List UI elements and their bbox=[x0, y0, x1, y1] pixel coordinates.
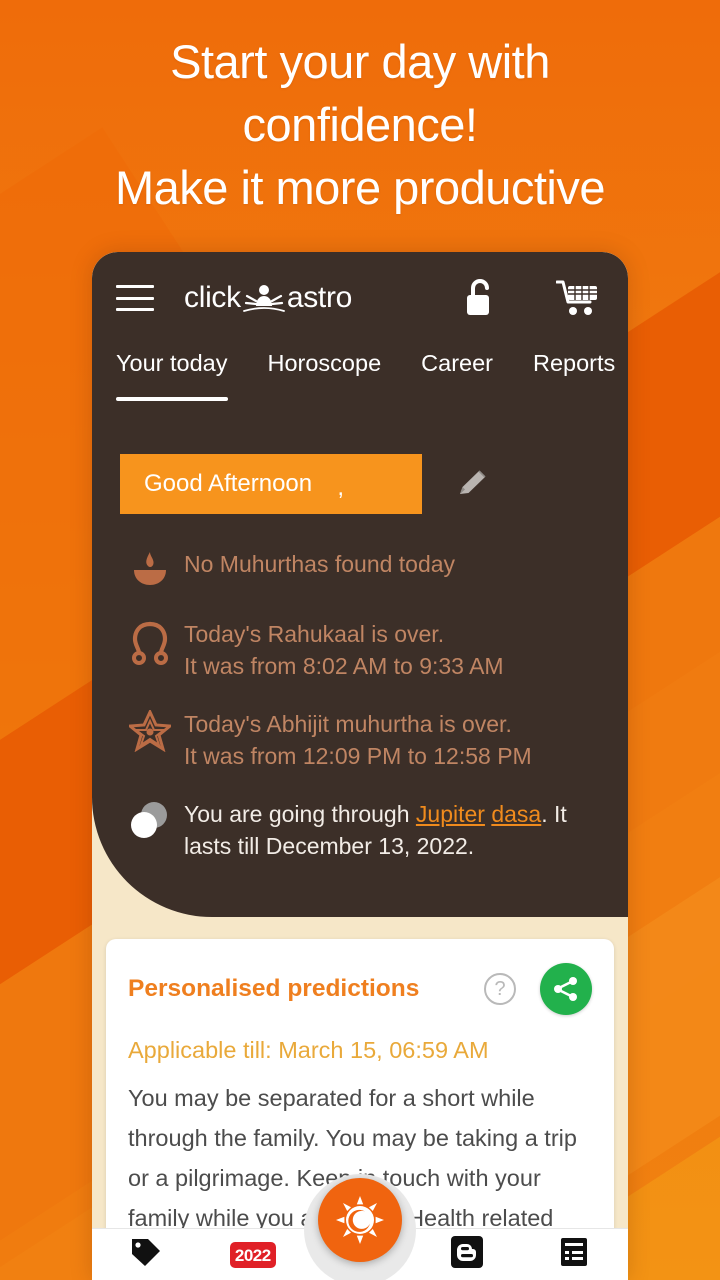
headline-line-2: confidence! bbox=[242, 98, 478, 151]
dasa-link-dasa[interactable]: dasa bbox=[491, 801, 541, 827]
info-line-1: Today's Rahukaal is over. bbox=[184, 621, 445, 647]
year-calendar-icon: 2022 bbox=[229, 1241, 276, 1268]
question-mark-icon[interactable]: ? bbox=[484, 973, 516, 1005]
info-item-muhurtha: No Muhurthas found today bbox=[122, 548, 604, 592]
info-item-abhijit: Today's Abhijit muhurtha is over. It was… bbox=[122, 708, 604, 772]
blogger-b-icon bbox=[451, 1236, 484, 1273]
meditating-figure-icon bbox=[242, 281, 286, 315]
greeting-chip: Good Afternoon , bbox=[120, 454, 422, 514]
prediction-card-header: Personalised predictions ? bbox=[128, 963, 592, 1015]
info-line-1: No Muhurthas found today bbox=[184, 551, 456, 577]
app-tab-bar[interactable]: Your today Horoscope Career Reports Cou bbox=[92, 344, 628, 414]
info-line-1: Today's Abhijit muhurtha is over. bbox=[184, 711, 512, 737]
tab-horoscope[interactable]: Horoscope bbox=[268, 344, 382, 377]
tab-reports[interactable]: Reports bbox=[533, 344, 615, 377]
app-logo[interactable]: click astro bbox=[184, 281, 352, 315]
star-mandala-icon bbox=[122, 708, 178, 752]
tab-career[interactable]: Career bbox=[421, 344, 493, 377]
info-item-rahukaal: Today's Rahukaal is over. It was from 8:… bbox=[122, 618, 604, 682]
tab-your-today[interactable]: Your today bbox=[116, 344, 228, 401]
prediction-card-title: Personalised predictions bbox=[128, 975, 420, 1002]
pencil-edit-icon[interactable] bbox=[452, 464, 492, 504]
info-item-dasa: You are going through Jupiter dasa. It l… bbox=[122, 798, 604, 862]
diya-lamp-icon bbox=[122, 548, 178, 592]
article-list-icon bbox=[558, 1236, 590, 1273]
info-line-2: It was from 8:02 AM to 9:33 AM bbox=[184, 653, 504, 679]
nav-item-year-calendar[interactable]: 2022 bbox=[199, 1229, 306, 1280]
app-header: click astro bbox=[92, 252, 628, 344]
app-screenshot-frame: click astro Your today Horoscope Career … bbox=[92, 252, 628, 1280]
greeting-row: Good Afternoon , bbox=[120, 454, 628, 514]
nav-item-articles[interactable] bbox=[521, 1229, 628, 1280]
nav-item-offers[interactable] bbox=[92, 1229, 199, 1280]
promo-headline: Start your day with confidence! Make it … bbox=[0, 30, 720, 219]
share-icon[interactable] bbox=[540, 963, 592, 1015]
headline-line-3: Make it more productive bbox=[114, 161, 606, 214]
daily-info-list: No Muhurthas found today Today's Rahukaa… bbox=[92, 548, 628, 862]
promo-banner: Start your day with confidence! Make it … bbox=[0, 0, 720, 1280]
unlocked-padlock-icon[interactable] bbox=[458, 276, 502, 320]
hamburger-menu-icon[interactable] bbox=[116, 285, 154, 311]
app-logo-text-left: click bbox=[184, 281, 241, 314]
sun-moon-icon[interactable] bbox=[318, 1178, 402, 1262]
dasa-link-jupiter[interactable]: Jupiter bbox=[416, 801, 485, 827]
rahu-symbol-icon bbox=[122, 618, 178, 666]
shopping-cart-icon[interactable] bbox=[554, 276, 602, 320]
dasa-prefix: You are going through bbox=[184, 801, 416, 827]
info-item-dasa-text: You are going through Jupiter dasa. It l… bbox=[178, 798, 604, 862]
info-item-abhijit-text: Today's Abhijit muhurtha is over. It was… bbox=[178, 708, 532, 772]
headline-line-1: Start your day with bbox=[170, 35, 550, 88]
info-item-rahukaal-text: Today's Rahukaal is over. It was from 8:… bbox=[178, 618, 504, 682]
greeting-comma: , bbox=[337, 474, 344, 501]
prediction-applicable-till: Applicable till: March 15, 06:59 AM bbox=[128, 1037, 489, 1063]
info-item-muhurtha-text: No Muhurthas found today bbox=[178, 548, 455, 580]
greeting-text: Good Afternoon bbox=[144, 470, 313, 497]
nav-item-blog[interactable] bbox=[414, 1229, 521, 1280]
app-logo-text-right: astro bbox=[286, 281, 353, 314]
app-dark-panel: click astro Your today Horoscope Career … bbox=[92, 252, 628, 917]
price-tag-icon bbox=[129, 1235, 163, 1274]
info-line-2: It was from 12:09 PM to 12:58 PM bbox=[184, 743, 532, 769]
eclipse-circles-icon bbox=[122, 798, 178, 842]
